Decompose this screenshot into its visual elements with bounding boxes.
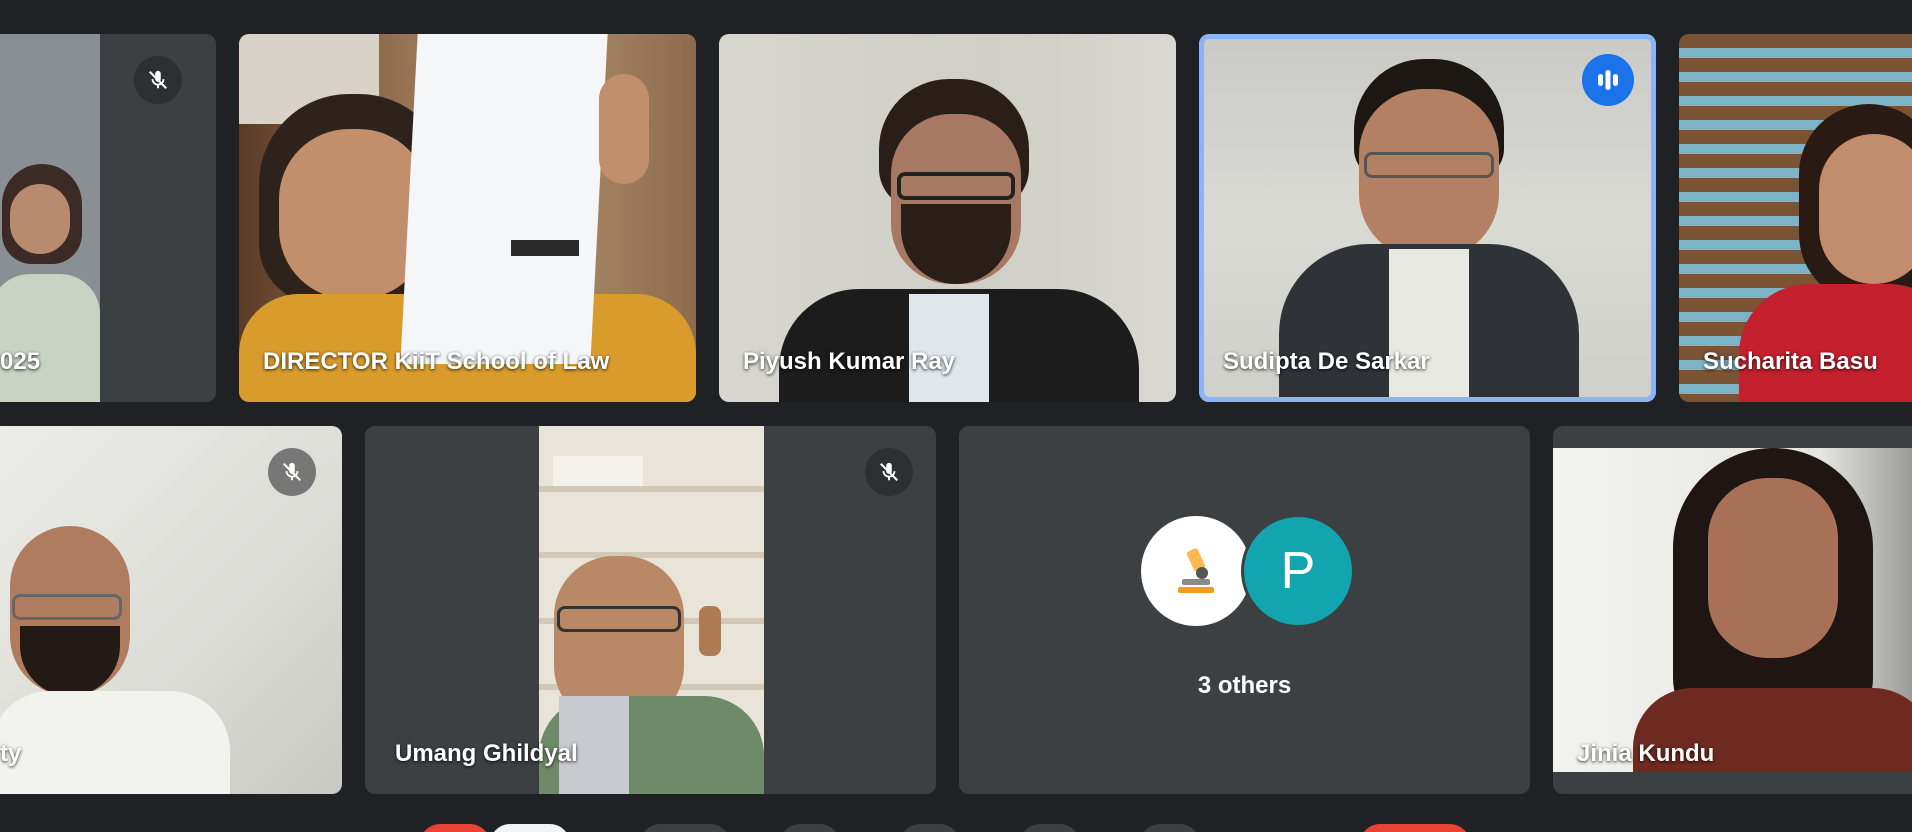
participant-tile[interactable]: DIRECTOR KiiT School of Law <box>239 34 696 402</box>
avatar: P <box>1241 514 1355 628</box>
document-stamp <box>511 240 579 256</box>
participant-tile[interactable]: Sucharita Basu <box>1679 34 1912 402</box>
avatar-letter: P <box>1280 542 1316 600</box>
glasses <box>557 606 681 632</box>
participant-video <box>1679 34 1912 402</box>
participant-name: DIRECTOR KiiT School of Law <box>263 348 610 375</box>
avatar <box>1141 516 1251 626</box>
participant-tile-active-speaker[interactable]: Sudipta De Sarkar <box>1199 34 1656 402</box>
participant-name: ty <box>0 740 22 767</box>
participant-name: 025 <box>0 348 41 375</box>
participant-figure <box>1708 478 1838 658</box>
glasses <box>1364 152 1494 178</box>
participant-name: Sucharita Basu <box>1703 348 1878 375</box>
leave-call-button[interactable] <box>1360 824 1470 832</box>
glasses <box>12 594 122 620</box>
participant-name: Jinia Kundu <box>1577 740 1715 767</box>
participant-video <box>0 34 100 402</box>
control-button[interactable] <box>1020 824 1080 832</box>
participant-tile[interactable]: Jinia Kundu <box>1553 426 1912 794</box>
participant-video <box>239 34 696 402</box>
participant-figure <box>0 274 100 402</box>
participant-video <box>719 34 1176 402</box>
participant-figure <box>1739 284 1912 402</box>
participant-tile[interactable]: ty <box>0 426 342 794</box>
vase <box>699 606 721 656</box>
participant-name: Sudipta De Sarkar <box>1223 348 1430 375</box>
participant-tile[interactable]: Umang Ghildyal <box>365 426 936 794</box>
participant-figure <box>1819 134 1912 284</box>
control-button[interactable] <box>640 824 730 832</box>
control-button[interactable] <box>420 824 490 832</box>
participant-tile[interactable]: 025 <box>0 34 216 402</box>
control-button[interactable] <box>780 824 840 832</box>
toolbar <box>0 820 1912 832</box>
participant-name: Piyush Kumar Ray <box>743 348 956 375</box>
audio-level-icon <box>1582 54 1634 106</box>
control-button[interactable] <box>490 824 570 832</box>
shirt <box>1389 249 1469 399</box>
control-button[interactable] <box>1140 824 1200 832</box>
glasses <box>897 172 1015 200</box>
mic-off-icon <box>268 448 316 496</box>
participant-video <box>539 426 764 794</box>
participant-figure <box>10 184 70 254</box>
books <box>553 456 643 486</box>
hand <box>599 74 649 184</box>
mic-off-icon <box>134 56 182 104</box>
participant-name: Umang Ghildyal <box>395 740 578 767</box>
participant-tile[interactable]: Piyush Kumar Ray <box>719 34 1176 402</box>
mic-off-icon <box>865 448 913 496</box>
held-document <box>400 34 608 364</box>
others-tile[interactable]: P 3 others <box>959 426 1530 794</box>
microscope-icon <box>1178 548 1214 593</box>
shirt <box>0 691 230 794</box>
participant-video <box>1553 448 1912 772</box>
others-label: 3 others <box>1197 672 1292 699</box>
beard <box>20 626 120 696</box>
control-button[interactable] <box>900 824 960 832</box>
